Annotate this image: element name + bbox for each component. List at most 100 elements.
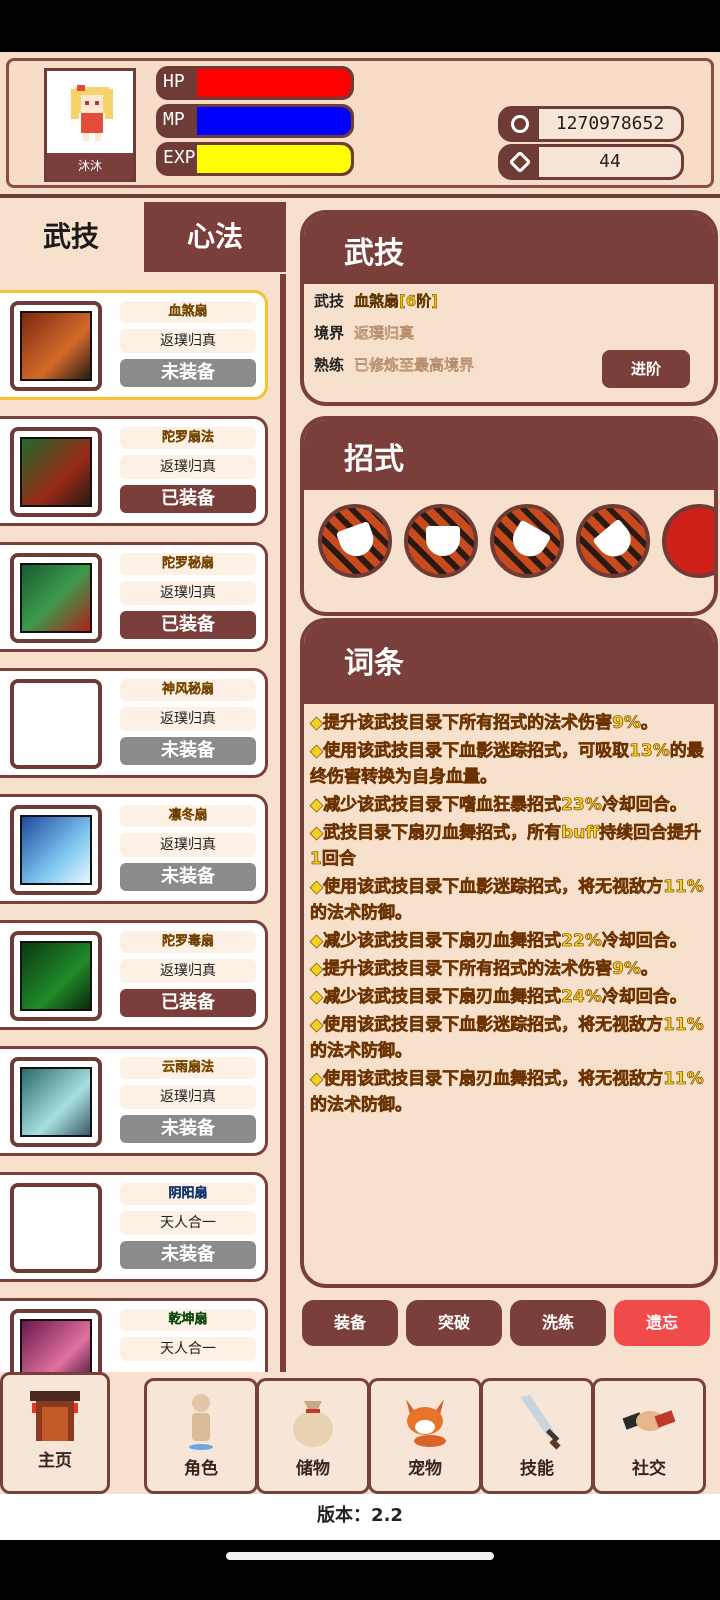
skill-item[interactable]: 凛冬扇 返璞归真 未装备 [0,794,268,904]
skill-item[interactable]: 阴阳扇 天人合一 未装备 [0,1172,268,1282]
version-label: 版本：2.2 [0,1494,720,1540]
skill-item[interactable]: 陀罗秘扇 返璞归真 已装备 [0,542,268,652]
skill-icon [10,1057,102,1147]
skill-realm: 天人合一 [120,1337,256,1361]
move-fan-icon[interactable] [490,504,564,578]
equip-status[interactable]: 已装备 [120,611,256,639]
moves-title: 招式 [344,442,404,477]
skill-icon [10,679,102,769]
move-fan-icon[interactable] [404,504,478,578]
hp-label: HP [163,71,185,92]
skill-name: 陀罗扇法 [120,427,256,449]
bottom-nav: 主页 角色 储物 宠物 技能 社交 [0,1372,720,1494]
move-fan-icon[interactable] [576,504,650,578]
fox-icon [406,1399,446,1447]
skill-realm: 返璞归真 [120,1085,256,1109]
skill-item[interactable]: 陀罗毒扇 返璞归真 已装备 [0,920,268,1030]
tab-mind-method[interactable]: 心法 [144,202,286,272]
player-name: 沐沐 [47,153,133,179]
nav-character[interactable]: 角色 [144,1378,258,1494]
sword-icon [520,1395,561,1450]
skill-item[interactable]: 神风秘扇 返璞归真 未装备 [0,668,268,778]
skill-name: 血煞扇 [120,301,256,323]
nav-social[interactable]: 社交 [592,1378,706,1494]
equip-status[interactable]: 未装备 [120,1241,256,1269]
home-indicator[interactable] [226,1552,494,1560]
trait-line: ◆减少该武技目录下扇刃血舞招式22%冷却回合。 [310,931,687,952]
trait-line: ◆使用该武技目录下扇刃血舞招式，将无视敌方11%的法术防御。 [310,1069,704,1116]
equip-status[interactable]: 未装备 [120,359,256,387]
nav-home[interactable]: 主页 [0,1372,110,1494]
skill-item[interactable]: 云雨扇法 返璞归真 未装备 [0,1046,268,1156]
skill-name: 阴阳扇 [120,1183,256,1205]
move-fan-icon[interactable] [318,504,392,578]
traits-title: 词条 [344,646,404,681]
nav-social-label: 社交 [632,1459,666,1479]
skill-name: 云雨扇法 [120,1057,256,1079]
equip-status[interactable]: 未装备 [120,1115,256,1143]
equip-status[interactable]: 已装备 [120,989,256,1017]
nav-pet[interactable]: 宠物 [368,1378,482,1494]
detail-skill-row: 武技 血煞扇[6阶] [314,292,439,310]
equip-status[interactable]: 未装备 [120,737,256,765]
exp-label: EXP [163,147,196,168]
forget-button[interactable]: 遗忘 [614,1300,710,1346]
gate-icon [30,1391,80,1441]
skill-tabs: 武技 心法 [0,202,286,276]
skill-realm: 返璞归真 [120,329,256,353]
moves-card: 招式 [300,416,718,616]
tab-martial-arts[interactable]: 武技 [0,202,142,272]
skill-name: 乾坤扇 [120,1309,256,1331]
skill-item[interactable]: 血煞扇 返璞归真 未装备 [0,290,268,400]
trait-line: ◆使用该武技目录下血影迷踪招式，可吸取13%的最终伤害转换为自身血量。 [310,741,704,788]
trait-line: ◆使用该武技目录下血影迷踪招式，将无视敌方11%的法术防御。 [310,1015,704,1062]
trait-line: ◆减少该武技目录下嗜血狂暴招式23%冷却回合。 [310,795,687,816]
skill-name: 神风秘扇 [120,679,256,701]
skill-realm: 返璞归真 [120,581,256,605]
detail-title: 武技 [344,236,404,271]
trait-line: ◆减少该武技目录下扇刃血舞招式24%冷却回合。 [310,987,687,1008]
mp-label: MP [163,109,185,130]
skill-name: 凛冬扇 [120,805,256,827]
action-bar: 装备 突破 洗练 遗忘 [296,1300,720,1348]
nav-storage-label: 储物 [296,1459,330,1479]
skill-name: 陀罗毒扇 [120,931,256,953]
avatar[interactable]: 沐沐 [44,68,136,182]
skill-icon [10,553,102,643]
nav-skill[interactable]: 技能 [480,1378,594,1494]
detail-panel: 武技 武技血煞扇[6阶] 境界返璞归真 熟练已修炼至最高境界 进阶 招式 [300,52,720,1292]
breakthrough-button[interactable]: 突破 [406,1300,502,1346]
detail-realm-row: 境界 返璞归真 [314,324,415,342]
traits-card: 词条 ◆提升该武技目录下所有招式的法术伤害9%。 ◆使用该武技目录下血影迷踪招式… [300,618,718,1288]
trait-line: ◆武技目录下扇刃血舞招式，所有buff持续回合提升1回合 [310,823,702,870]
skill-icon [10,427,102,517]
equip-button[interactable]: 装备 [302,1300,398,1346]
nav-pet-label: 宠物 [408,1459,442,1479]
skill-item[interactable]: 陀罗扇法 返璞归真 已装备 [0,416,268,526]
refine-button[interactable]: 洗练 [510,1300,606,1346]
skill-realm: 返璞归真 [120,959,256,983]
advance-button[interactable]: 进阶 [602,350,690,388]
nav-character-label: 角色 [184,1459,218,1479]
skill-realm: 天人合一 [120,1211,256,1235]
equip-status[interactable]: 未装备 [120,863,256,891]
skill-icon [10,931,102,1021]
moves-row [318,504,714,584]
bag-icon [293,1401,333,1447]
skill-realm: 返璞归真 [120,707,256,731]
trait-line: ◆提升该武技目录下所有招式的法术伤害9%。 [310,713,659,734]
skill-name: 陀罗秘扇 [120,553,256,575]
nav-home-label: 主页 [38,1451,72,1471]
game-screen: 沐沐 HP MP EXP 1270978652 44 武技 心法 血煞扇 返璞归… [0,52,720,1540]
trait-line: ◆提升该武技目录下所有招式的法术伤害9%。 [310,959,659,980]
skill-icon [10,301,102,391]
skill-list[interactable]: 血煞扇 返璞归真 未装备 陀罗扇法 返璞归真 已装备 陀罗秘扇 返璞归真 已装备… [0,274,286,1434]
skill-icon [10,805,102,895]
move-blood-icon[interactable] [662,504,714,578]
character-icon [189,1394,213,1450]
nav-storage[interactable]: 储物 [256,1378,370,1494]
handshake-icon [622,1410,676,1431]
equip-status[interactable]: 已装备 [120,485,256,513]
trait-line: ◆使用该武技目录下血影迷踪招式，将无视敌方11%的法术防御。 [310,877,704,924]
skill-realm: 返璞归真 [120,455,256,479]
